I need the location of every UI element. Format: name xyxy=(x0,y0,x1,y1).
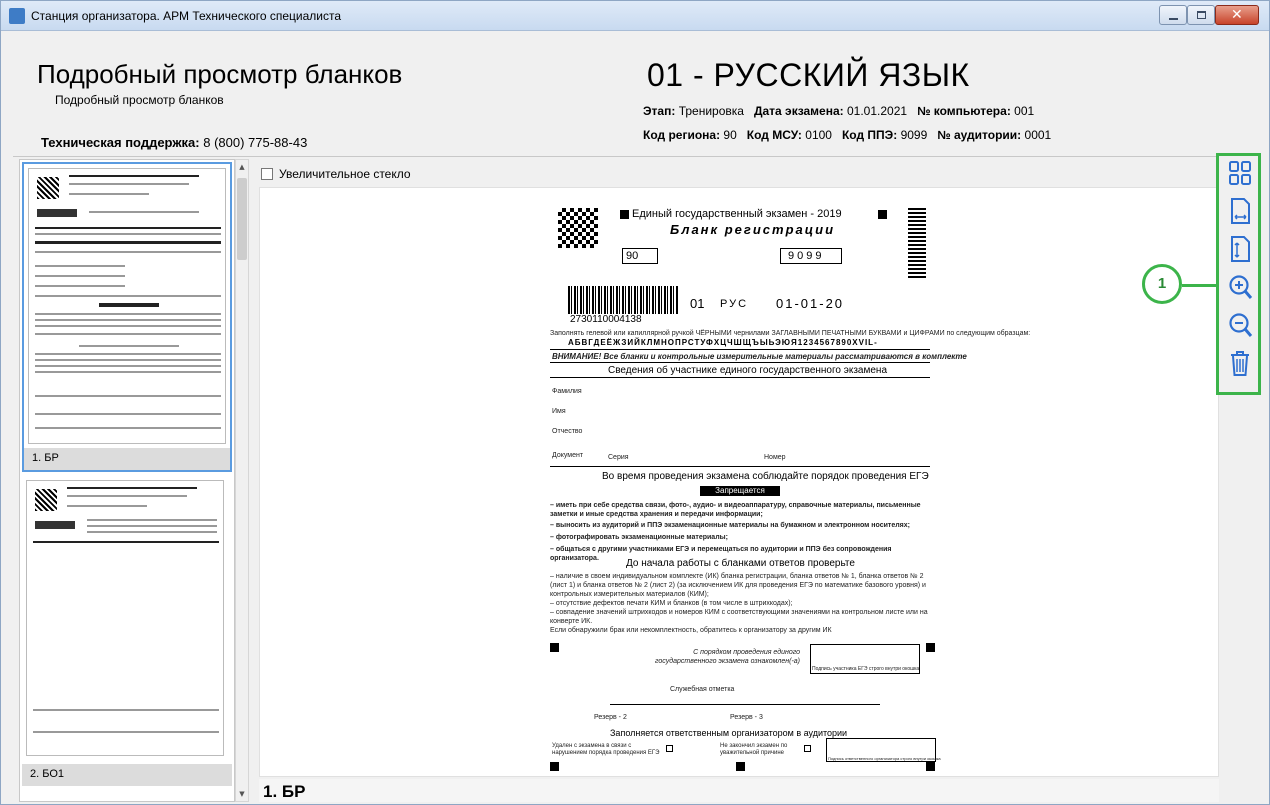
thumbnail-preview xyxy=(26,480,224,756)
registration-form: Единый государственный экзамен - 2019 Бл… xyxy=(540,196,1030,771)
form-fill-hint: Заполнять гелевой или капиллярной ручкой… xyxy=(550,330,1031,337)
form-blank-title: Бланк регистрации xyxy=(670,222,836,237)
document-viewer: Увеличительное стекло Единый государстве… xyxy=(259,159,1219,802)
thumbnail-scrollbar[interactable]: ▲ ▼ xyxy=(235,159,249,802)
app-icon xyxy=(9,8,25,24)
form-rules-heading: Во время проведения экзамена соблюдайте … xyxy=(602,471,929,482)
form-rule-2: – выносить из аудиторий и ППЭ экзаменаци… xyxy=(550,522,910,529)
page-area[interactable]: Единый государственный экзамен - 2019 Бл… xyxy=(259,187,1219,777)
form-familiarized: С порядком проведения единого государств… xyxy=(655,649,800,665)
form-signature-caption: Подпись участника ЕГЭ строго внутри окош… xyxy=(812,666,920,672)
form-organizer-section: Заполняется ответственным организатором … xyxy=(610,728,848,738)
form-reserve-2: Резерв - 2 xyxy=(594,714,627,721)
form-removed: Удален с экзамена в связи с нарушением п… xyxy=(552,743,660,756)
close-button[interactable]: ✕ xyxy=(1215,5,1259,25)
zoom-in-icon[interactable] xyxy=(1227,273,1253,303)
thumbnail-preview xyxy=(28,168,226,444)
magnifier-toggle[interactable]: Увеличительное стекло xyxy=(261,167,411,181)
document-caption: 1. БР xyxy=(259,779,1219,802)
scroll-handle[interactable] xyxy=(237,178,247,260)
form-subject-code: 01 xyxy=(690,296,705,311)
form-section-participant: Сведения об участнике единого государств… xyxy=(608,365,888,376)
exam-info-line-1: Этап: Тренировка Дата экзамена: 01.01.20… xyxy=(643,104,1034,118)
annotation-connector xyxy=(1182,284,1216,287)
thumbnail-item[interactable]: 1. БР xyxy=(22,162,232,472)
date-label: Дата экзамена: xyxy=(753,104,844,118)
header: Подробный просмотр бланков Подробный про… xyxy=(1,31,1269,156)
exam-info-line-2: Код региона: 90 Код МСУ: 0100 Код ППЭ: 9… xyxy=(643,128,1051,142)
form-rule-1: – иметь при себе средства связи, фото-, … xyxy=(550,502,921,518)
form-number: Номер xyxy=(764,454,786,461)
window-title: Станция организатора. АРМ Технического с… xyxy=(31,9,342,23)
minimize-icon xyxy=(1169,18,1178,20)
scroll-up-icon[interactable]: ▲ xyxy=(236,160,248,174)
page-title: Подробный просмотр бланков xyxy=(37,59,403,89)
scroll-down-icon[interactable]: ▼ xyxy=(236,787,248,801)
app-window: Станция организатора. АРМ Технического с… xyxy=(0,0,1270,805)
form-reserve-3: Резерв - 3 xyxy=(730,714,763,721)
form-exam-title: Единый государственный экзамен - 2019 xyxy=(632,208,842,220)
form-service-mark: Служебная отметка xyxy=(670,686,735,693)
thumbnail-list[interactable]: 1. БР 2. БО1 xyxy=(19,159,235,802)
msu-value: 0100 xyxy=(805,128,832,142)
form-barcode-number: 2730110004138 xyxy=(570,314,642,325)
form-ppe-code: 9099 xyxy=(788,250,825,262)
qr-code xyxy=(558,208,598,248)
form-subject-short: РУС xyxy=(720,298,749,310)
subject-title: 01 - РУССКИЙ ЯЗЫК xyxy=(647,57,970,93)
date-value: 01.01.2021 xyxy=(847,104,908,118)
form-region-code: 90 xyxy=(626,250,639,262)
thumbnail-caption: 1. БР xyxy=(24,448,230,470)
form-patronymic: Отчество xyxy=(552,428,583,435)
form-checks: – наличие в своем индивидуальном комплек… xyxy=(550,573,928,634)
fit-height-icon[interactable] xyxy=(1227,235,1253,265)
region-value: 90 xyxy=(723,128,737,142)
thumbnail-item[interactable]: 2. БО1 xyxy=(22,476,232,786)
form-alphabet: АБВГДЕЁЖЗИЙКЛМНОПРСТУФХЦЧШЩЪЫЬЭЮЯ1234567… xyxy=(568,338,878,347)
support-label: Техническая поддержка: xyxy=(41,135,200,150)
ppe-value: 9099 xyxy=(900,128,928,142)
page-subtitle: Подробный просмотр бланков xyxy=(55,93,224,107)
form-attention: ВНИМАНИЕ! Все бланки и контрольные измер… xyxy=(552,352,967,361)
region-label: Код региона: xyxy=(643,128,721,142)
magnifier-checkbox[interactable] xyxy=(261,168,273,180)
pc-label: № компьютера: xyxy=(917,104,1011,118)
fit-width-icon[interactable] xyxy=(1227,197,1253,227)
stage-value: Тренировка xyxy=(678,104,744,118)
maximize-button[interactable] xyxy=(1187,5,1215,25)
title-bar: Станция организатора. АРМ Технического с… xyxy=(1,1,1269,31)
vertical-barcode xyxy=(908,208,926,278)
close-icon: ✕ xyxy=(1231,7,1243,23)
form-forbidden: Запрещается xyxy=(700,486,780,496)
content-area: 1. БР 2. БО1 ▲ ▼ Увеличительное стекло Е… xyxy=(13,156,1259,802)
form-barcode xyxy=(568,286,678,314)
magnifier-label: Увеличительное стекло xyxy=(279,167,411,181)
annotation-callout: 1 xyxy=(1142,264,1182,304)
form-organizer-sign: Подпись ответственного организатора стро… xyxy=(828,756,941,761)
form-before-heading: До начала работы с бланками ответов пров… xyxy=(626,558,855,569)
pc-value: 001 xyxy=(1014,104,1035,118)
stage-label: Этап: xyxy=(643,104,676,118)
form-surname: Фамилия xyxy=(552,388,582,395)
form-document: Документ xyxy=(552,452,584,459)
zoom-out-icon[interactable] xyxy=(1227,311,1253,341)
grid-view-icon[interactable] xyxy=(1227,159,1253,189)
minimize-button[interactable] xyxy=(1159,5,1187,25)
ppe-label: Код ППЭ: xyxy=(841,128,898,142)
form-name: Имя xyxy=(552,408,566,415)
form-not-finished: Не закончил экзамен по уважительной прич… xyxy=(720,743,788,756)
delete-icon[interactable] xyxy=(1227,349,1253,379)
maximize-icon xyxy=(1197,11,1206,19)
form-rule-3: – фотографировать экзаменационные матери… xyxy=(550,534,728,541)
form-series: Серия xyxy=(608,454,629,461)
thumbnail-caption: 2. БО1 xyxy=(22,764,232,786)
view-toolbar xyxy=(1216,153,1261,395)
form-exam-date: 01-01-20 xyxy=(776,296,845,311)
room-value: 0001 xyxy=(1024,128,1052,142)
support-phone: 8 (800) 775-88-43 xyxy=(203,135,308,150)
msu-label: Код МСУ: xyxy=(746,128,802,142)
room-label: № аудитории: xyxy=(937,128,1022,142)
support-info: Техническая поддержка: 8 (800) 775-88-43 xyxy=(41,135,307,150)
